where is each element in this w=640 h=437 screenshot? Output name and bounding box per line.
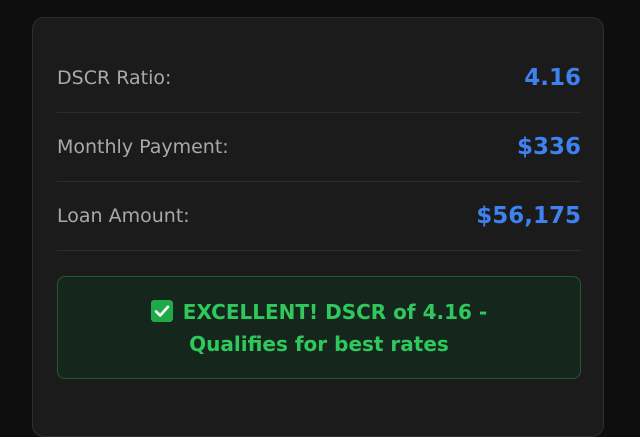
monthly-payment-label: Monthly Payment: (57, 136, 229, 158)
loan-amount-row: Loan Amount: $56,175 (57, 182, 581, 251)
loan-amount-value: $56,175 (476, 203, 581, 229)
results-card: DSCR Ratio: 4.16 Monthly Payment: $336 L… (32, 17, 604, 437)
dscr-ratio-label: DSCR Ratio: (57, 67, 172, 89)
dscr-ratio-value: 4.16 (524, 65, 581, 91)
qualification-status-text: EXCELLENT! DSCR of 4.16 - Qualifies for … (98, 296, 540, 360)
monthly-payment-value: $336 (516, 134, 581, 160)
dscr-ratio-row: DSCR Ratio: 4.16 (57, 44, 581, 113)
loan-amount-label: Loan Amount: (57, 205, 190, 227)
qualification-status-message: EXCELLENT! DSCR of 4.16 - Qualifies for … (182, 299, 488, 356)
check-mark-icon (150, 299, 173, 322)
monthly-payment-row: Monthly Payment: $336 (57, 113, 581, 182)
qualification-status-banner: EXCELLENT! DSCR of 4.16 - Qualifies for … (57, 276, 581, 379)
